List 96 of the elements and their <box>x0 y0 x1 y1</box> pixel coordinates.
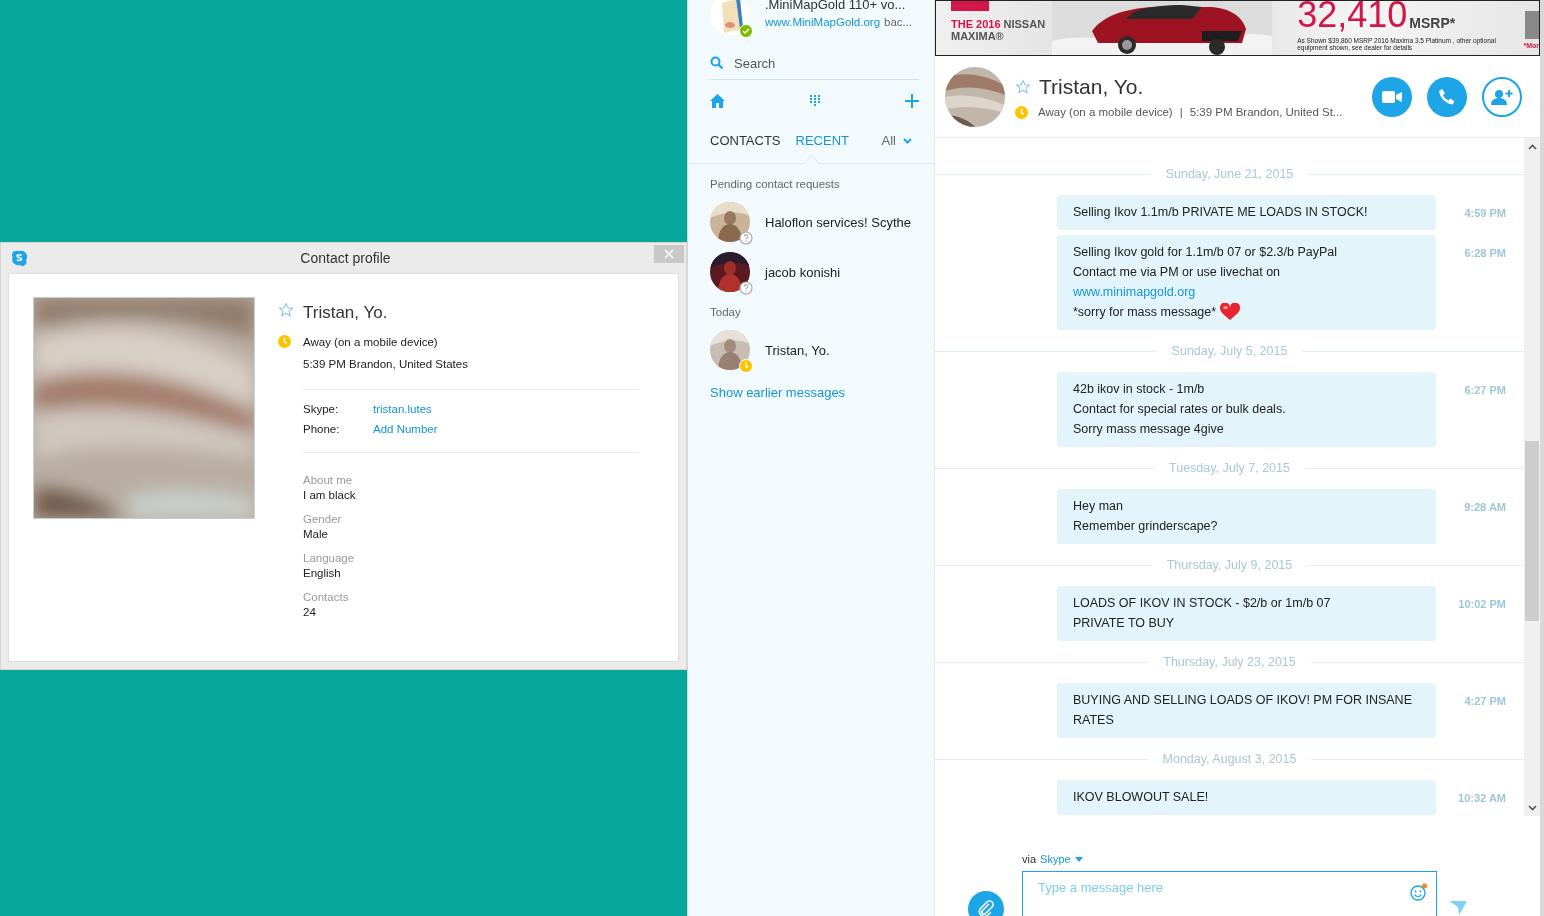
contact-name: Tristan, Yo. <box>1039 74 1144 99</box>
mood-link[interactable]: www.MiniMapGold.org <box>765 16 881 28</box>
ad-text: MAXIMA® <box>951 30 1005 42</box>
search-field[interactable]: Search <box>734 55 904 71</box>
send-icon[interactable] <box>1449 901 1467 915</box>
ad-side-bar <box>1525 11 1539 39</box>
date-separator: Monday, August 3, 2015 <box>1161 752 1298 766</box>
field-label: Language <box>303 551 355 566</box>
video-call-button[interactable] <box>1372 76 1412 117</box>
message-text: 42b ikov in stock - 1m/b <box>1073 381 1205 398</box>
message-text: Sorry mass message 4give <box>1073 421 1224 438</box>
status-text: Away (on a mobile device) <box>303 335 438 348</box>
field-value: 24 <box>303 605 317 620</box>
phone-icon <box>1438 87 1456 106</box>
date-separator: Thursday, July 9, 2015 <box>1165 558 1294 572</box>
chevron-up-icon <box>1527 143 1537 150</box>
field-link[interactable]: tristan.lutes <box>373 403 432 415</box>
message-time: 10:02 PM <box>1457 598 1506 610</box>
via-label: via <box>1022 853 1037 865</box>
pending-badge-icon <box>739 231 753 245</box>
service-dropdown[interactable]: Skype <box>1040 853 1083 865</box>
message-time: 6:27 PM <box>1463 384 1506 396</box>
message-text: PRIVATE TO BUY <box>1073 615 1175 632</box>
close-icon <box>664 249 674 259</box>
message-time: 6:28 PM <box>1463 247 1506 259</box>
field-label: Contacts <box>303 590 349 605</box>
tab[interactable]: RECENT <box>795 133 849 148</box>
ad-logo-bar <box>951 1 989 11</box>
contact-item[interactable]: Tristan, Yo. <box>710 330 830 370</box>
contact-item[interactable]: jacob konishi <box>710 252 841 292</box>
add-person-icon <box>1491 88 1513 105</box>
dialpad-icon[interactable] <box>810 95 820 107</box>
star-icon[interactable] <box>1015 78 1031 95</box>
caret-down-icon <box>1074 856 1083 862</box>
section-heading: Today <box>710 306 741 318</box>
ad-text: NISSAN <box>1003 18 1046 30</box>
field-value: I am black <box>303 488 356 503</box>
message-text: Hey man <box>1073 498 1124 515</box>
field-label: Gender <box>303 512 342 527</box>
message-text: Selling Ikov gold for 1.1m/b 07 or $2.3/b PayPal <box>1073 244 1338 261</box>
clock-icon <box>739 359 753 373</box>
message-link[interactable]: www.minimapgold.org <box>1073 282 1196 302</box>
video-camera-icon <box>1382 90 1402 103</box>
message-text: Remember grinderscape? <box>1073 518 1218 535</box>
field-label: Skype: <box>303 403 340 415</box>
contact-name: Tristan, Yo. <box>303 303 388 323</box>
local-time: 5:39 PM Brandon, United States <box>303 358 468 370</box>
field-link[interactable]: Add Number <box>373 423 438 435</box>
message-time: 4:59 PM <box>1463 207 1506 219</box>
separator: | <box>1179 106 1183 118</box>
close-button[interactable] <box>654 245 684 263</box>
message-text: BUYING AND SELLING LOADS OF IKOV! PM FOR INSANE RATES <box>1073 692 1413 729</box>
field-value: Male <box>303 527 329 542</box>
field-label: About me <box>303 473 354 488</box>
plus-icon[interactable] <box>905 94 919 108</box>
paperclip-icon <box>977 900 995 916</box>
ad-text: THE 2016 <box>951 18 1001 30</box>
field-label: Phone: <box>303 423 341 435</box>
call-button[interactable] <box>1427 76 1467 117</box>
message-text: Contact for special rates or bulk deals. <box>1073 401 1286 418</box>
message-text: Selling Ikov 1.1m/b PRIVATE ME LOADS IN STOCK! <box>1073 204 1368 221</box>
message-time: 4:27 PM <box>1463 695 1506 707</box>
date-separator: Thursday, July 23, 2015 <box>1162 655 1297 669</box>
field-value: English <box>303 566 342 581</box>
ad-text: MSRP* <box>1409 15 1456 31</box>
message-text: Contact me via PM or use livechat on <box>1073 264 1281 281</box>
scrollbar-thumb[interactable] <box>1525 441 1539 621</box>
date-separator: Tuesday, July 7, 2015 <box>1168 461 1291 475</box>
window-title: Contact profile <box>299 250 392 266</box>
logo-icon <box>11 250 27 266</box>
tab[interactable]: CONTACTS <box>710 133 781 148</box>
section-heading: Pending contact requests <box>710 178 840 190</box>
chevron-down-icon <box>1527 804 1537 811</box>
message-time: 10:32 AM <box>1457 792 1506 804</box>
message-text: IKOV BLOWOUT SALE! <box>1073 789 1209 806</box>
show-earlier-link[interactable]: Show earlier messages <box>710 385 846 400</box>
smiley-icon[interactable] <box>1410 883 1428 901</box>
date-separator: Sunday, June 21, 2015 <box>1164 167 1295 181</box>
chevron-down-icon <box>903 137 912 144</box>
home-icon[interactable] <box>710 94 725 108</box>
add-contact-button[interactable] <box>1482 76 1522 117</box>
message-text: LOADS OF IKOV IN STOCK - $2/b or 1m/b 07 <box>1073 595 1331 612</box>
star-icon[interactable] <box>278 302 294 318</box>
ad-price: 32,410 <box>1297 0 1408 31</box>
contact-item[interactable]: Haloflon services! Scythe <box>710 202 911 242</box>
filter-dropdown[interactable]: All <box>881 133 912 148</box>
pending-badge-icon <box>739 281 753 295</box>
status-text: Away (on a mobile device) <box>1038 106 1173 118</box>
search-icon <box>710 56 724 70</box>
profile-name[interactable]: .MiniMapGold 110+ vo... <box>765 0 913 12</box>
heart-icon <box>1220 303 1241 321</box>
date-separator: Sunday, July 5, 2015 <box>1170 344 1289 358</box>
message-text: *sorry for mass message* <box>1073 304 1217 321</box>
message-time: 9:28 AM <box>1463 501 1506 513</box>
mood-text: bac... <box>884 16 913 28</box>
local-time: 5:39 PM Brandon, United St... <box>1189 106 1343 118</box>
